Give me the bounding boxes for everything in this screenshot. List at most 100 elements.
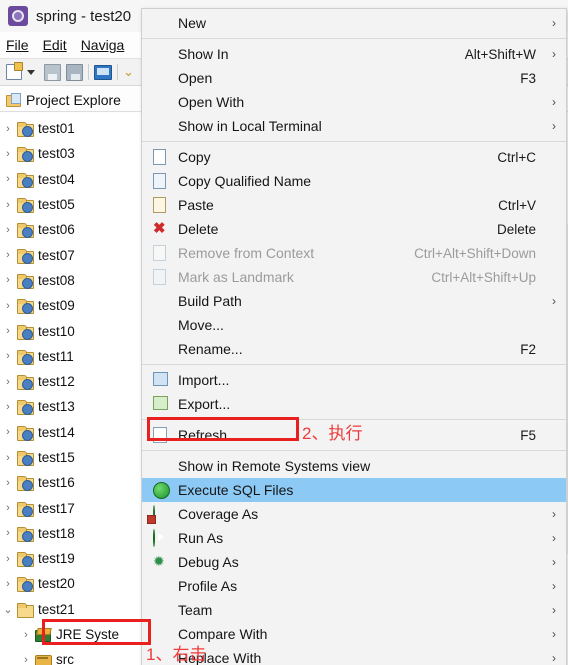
tree-item-test12[interactable]: › test12 [0, 369, 150, 394]
run-icon [153, 529, 155, 547]
menu-item-open[interactable]: OpenF3› [142, 66, 566, 90]
menu-item-shortcut: Alt+Shift+W [464, 46, 536, 62]
chevron-right-icon[interactable]: › [18, 654, 34, 665]
chevron-down-icon[interactable]: ⌄ [0, 603, 16, 616]
menu-item-execute-sql-files[interactable]: Execute SQL Files› [142, 478, 566, 502]
tree-item-test04[interactable]: › test04 [0, 167, 150, 192]
submenu-arrow-icon: › [552, 16, 556, 30]
save-all-icon[interactable] [66, 63, 83, 81]
chevron-right-icon[interactable]: › [0, 199, 16, 211]
tree-item-test07[interactable]: › test07 [0, 242, 150, 267]
tree-item-test16[interactable]: › test16 [0, 470, 150, 495]
menu-item-build-path[interactable]: Build Path › [142, 289, 566, 313]
menu-item-team[interactable]: Team › [142, 598, 566, 622]
tree-item-test05[interactable]: › test05 [0, 192, 150, 217]
menubar-item-edit-label: Edit [42, 37, 67, 53]
menubar-item-navigate[interactable]: Naviga [81, 37, 125, 53]
submenu-arrow-icon: › [552, 651, 556, 665]
menu-item-run-as[interactable]: Run As › [142, 526, 566, 550]
menu-item-show-in-remote-systems-view[interactable]: Show in Remote Systems view› [142, 454, 566, 478]
tree-item-jre-syste[interactable]: › JRE Syste [0, 622, 150, 647]
menu-item-rename[interactable]: Rename...F2› [142, 337, 566, 361]
chevron-right-icon[interactable]: › [0, 502, 16, 514]
tree-item-test08[interactable]: › test08 [0, 268, 150, 293]
menu-item-move[interactable]: Move...› [142, 313, 566, 337]
menu-item-paste[interactable]: PasteCtrl+V› [142, 193, 566, 217]
tree-item-test13[interactable]: › test13 [0, 394, 150, 419]
remove-context-icon [150, 244, 172, 262]
chevron-right-icon[interactable]: › [0, 274, 16, 286]
chevron-right-icon[interactable]: › [0, 426, 16, 438]
tree-item-test01[interactable]: › test01 [0, 116, 150, 141]
chevron-right-icon[interactable]: › [0, 553, 16, 565]
menu-item-import[interactable]: Import...› [142, 368, 566, 392]
menu-item-copy-qualified-name[interactable]: Copy Qualified Name› [142, 169, 566, 193]
chevron-right-icon[interactable]: › [0, 249, 16, 261]
menu-item-label: Open With [178, 94, 245, 110]
tree-item-test18[interactable]: › test18 [0, 521, 150, 546]
chevron-right-icon[interactable]: › [0, 148, 16, 160]
tree-item-label: test10 [38, 323, 75, 339]
tree-item-test20[interactable]: › test20 [0, 571, 150, 596]
chevron-right-icon[interactable]: › [0, 477, 16, 489]
chevron-right-icon[interactable]: › [0, 401, 16, 413]
submenu-arrow-icon: › [552, 95, 556, 109]
tree-item-test17[interactable]: › test17 [0, 495, 150, 520]
coverage-icon [150, 505, 172, 523]
menu-item-label: Debug As [178, 554, 239, 570]
chevron-right-icon[interactable]: › [0, 578, 16, 590]
menu-item-new[interactable]: New › [142, 11, 566, 35]
remove-context-icon [153, 245, 166, 261]
tree-item-test03[interactable]: › test03 [0, 141, 150, 166]
menu-item-copy[interactable]: CopyCtrl+C› [142, 145, 566, 169]
menu-icon-placeholder [150, 316, 172, 334]
menu-icon-placeholder [150, 601, 172, 619]
java-badge-icon [22, 303, 33, 315]
new-file-icon[interactable] [6, 62, 23, 80]
tree-item-test10[interactable]: › test10 [0, 318, 150, 343]
java-project-icon [16, 146, 34, 163]
tree-item-label: test17 [38, 500, 75, 516]
menu-item-coverage-as[interactable]: Coverage As › [142, 502, 566, 526]
chevron-right-icon[interactable]: › [18, 629, 34, 641]
project-tree: › test01 › test03 › test04 › test05 › test06 › test… [0, 114, 150, 665]
chevron-right-icon[interactable]: › [0, 173, 16, 185]
menubar-item-edit[interactable]: Edit [43, 37, 67, 53]
menubar-item-file-label: File [6, 37, 29, 53]
chevron-right-icon[interactable]: › [0, 350, 16, 362]
tree-item-test09[interactable]: › test09 [0, 293, 150, 318]
chevron-right-icon[interactable]: › [0, 376, 16, 388]
menu-item-show-in[interactable]: Show In Alt+Shift+W › [142, 42, 566, 66]
menu-item-debug-as[interactable]: ✹ Debug As › [142, 550, 566, 574]
save-icon[interactable] [44, 63, 61, 81]
chevron-right-icon[interactable]: › [0, 123, 16, 135]
tree-item-test21[interactable]: ⌄ test21 [0, 597, 150, 622]
tree-item-test11[interactable]: › test11 [0, 344, 150, 369]
menu-icon-placeholder [150, 117, 172, 135]
menu-item-label: Delete [178, 221, 219, 237]
menu-item-open-with[interactable]: Open With › [142, 90, 566, 114]
caret-down-icon[interactable] [27, 69, 35, 75]
tree-item-test19[interactable]: › test19 [0, 546, 150, 571]
tree-item-src[interactable]: › src [0, 647, 150, 665]
coverage-icon [153, 505, 155, 523]
java-project-icon [16, 121, 34, 138]
console-icon[interactable] [94, 64, 112, 80]
tree-item-test06[interactable]: › test06 [0, 217, 150, 242]
toolbar-extra-icon[interactable]: ⌄ [123, 64, 134, 80]
chevron-right-icon[interactable]: › [0, 224, 16, 236]
chevron-right-icon[interactable]: › [0, 527, 16, 539]
menu-item-delete[interactable]: ✖DeleteDelete› [142, 217, 566, 241]
copy-qualified-icon [153, 173, 166, 189]
menu-item-label: Coverage As [178, 506, 259, 522]
menu-item-profile-as[interactable]: Profile As › [142, 574, 566, 598]
java-project-icon [16, 551, 34, 568]
chevron-right-icon[interactable]: › [0, 452, 16, 464]
tree-item-test15[interactable]: › test15 [0, 445, 150, 470]
tree-item-test14[interactable]: › test14 [0, 420, 150, 445]
menu-item-show-in-local-terminal[interactable]: Show in Local Terminal › [142, 114, 566, 138]
menu-item-export[interactable]: Export...› [142, 392, 566, 416]
menubar-item-file[interactable]: File [6, 37, 29, 53]
chevron-right-icon[interactable]: › [0, 300, 16, 312]
chevron-right-icon[interactable]: › [0, 325, 16, 337]
